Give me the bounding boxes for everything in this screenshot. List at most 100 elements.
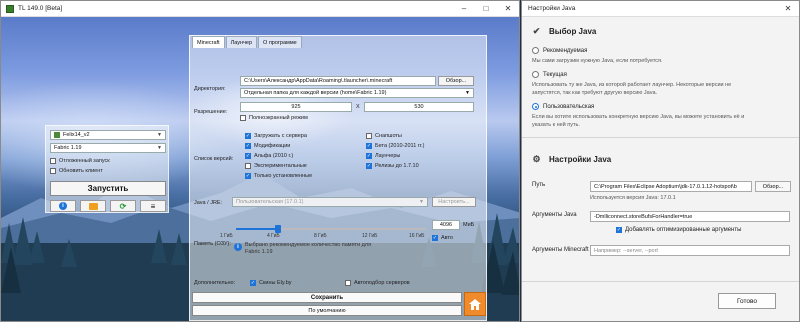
version-filter-checkbox[interactable]: Экспериментальные [245,163,307,169]
memory-auto-checkbox[interactable]: ✓ Авто [432,235,453,241]
radio-button [532,71,539,78]
java-choice-header: ✔ Выбор Java [532,26,597,36]
version-select[interactable]: Fabric 1.19 ▼ [50,143,166,153]
java-args-input[interactable]: -Dmlliconnect.storeBufsForHandler=true [590,211,790,222]
tab-launcher[interactable]: Лаунчер [225,36,258,48]
java-option-custom[interactable]: Пользовательская [532,103,594,110]
memory-tick: 8 ГиБ [314,233,327,239]
save-button[interactable]: Сохранить [192,292,462,303]
checkbox-box [50,168,56,174]
check-circle-icon: ✔ [532,26,541,36]
memory-tick: 12 ГиБ [362,233,378,239]
checkbox-box: ✓ [245,173,251,179]
folder-button[interactable] [80,200,106,212]
refresh-button[interactable]: ⟳ [110,200,136,212]
info-button[interactable]: i [50,200,76,212]
java-titlebar: Настройки Java ✕ [522,1,799,17]
memory-slider-handle[interactable] [274,225,281,233]
version-filter-checkbox[interactable]: ✓ Альфа (2010 г.) [245,153,293,159]
java-option-desc: Если вы хотите использовать конкретную в… [532,113,792,129]
maximize-button[interactable]: □ [475,1,497,16]
home-icon [469,298,481,310]
folder-icon [88,202,98,210]
directory-browse-button[interactable]: Обзор... [438,76,474,86]
window-title: TL 149.0 [Beta] [18,5,63,12]
java-detected-version: Используется версия Java: 17.0.1 [590,195,676,201]
checkbox-box [245,163,251,169]
memory-slider[interactable] [236,225,426,233]
background-scene: Felix14_v2 ▼ Fabric 1.19 ▼ Отложенный за… [1,17,519,321]
close-button[interactable]: ✕ [497,1,519,16]
java-option-current[interactable]: Текущая [532,71,567,78]
close-button[interactable]: ✕ [777,1,799,16]
done-button[interactable]: Готово [718,293,776,309]
settings-panel: Minecraft Лаунчер О программе Директория… [189,35,487,321]
chevron-down-icon: ▼ [157,132,162,138]
gear-icon: ⚙ [532,154,541,164]
memory-note-line: Fabric 1.19 [245,249,273,255]
launch-button[interactable]: Запустить [50,181,166,196]
skins-checkbox[interactable]: ✓ Скины Ely.by [250,280,292,286]
memory-note-line: Выбрано рекомендуемое количество памяти … [245,242,372,248]
version-filter-checkbox[interactable]: ✓ Модификации [245,143,290,149]
optimized-args-checkbox[interactable]: ✓ Добавлять оптимизированные аргументы [616,227,741,233]
home-button[interactable] [464,292,486,316]
divider [522,137,799,138]
java-window-title: Настройки Java [528,5,576,12]
java-option-recommended[interactable]: Рекомендуемая [532,47,587,54]
memory-tick: 1 ГиБ [220,233,233,239]
java-select[interactable]: Пользовательская (17.0.1) ▼ [232,197,428,207]
version-filter-label: Загружать с сервера [254,133,307,139]
resolution-height-input[interactable]: 530 [364,102,474,112]
version-filter-label: Только установленные [254,173,313,179]
account-value: Felix14_v2 [63,132,90,138]
launcher-window: TL 149.0 [Beta] – □ ✕ Felix14_v2 ▼ Fabri… [0,0,520,322]
chevron-down-icon: ▼ [157,145,162,151]
java-args-label: Аргументы Java [532,212,577,218]
skins-label: Скины Ely.by [259,280,292,286]
java-configure-button[interactable]: Настроить... [432,197,476,207]
java-option-label: Пользовательская [543,103,595,110]
autoconnect-checkbox[interactable]: Автоподбор серверов [345,280,410,286]
deferred-start-checkbox[interactable]: Отложенный запуск [50,158,110,164]
update-client-checkbox[interactable]: Обновить клиент [50,168,103,174]
directory-input[interactable]: C:\Users\Александр\AppData\Roaming\.tlau… [240,76,436,86]
version-filter-checkbox[interactable]: ✓ Бета (2010-2011 гг.) [366,143,424,149]
launch-panel: Felix14_v2 ▼ Fabric 1.19 ▼ Отложенный за… [45,125,169,213]
fullscreen-label: Полноэкранный режим [249,115,308,121]
account-select[interactable]: Felix14_v2 ▼ [50,130,166,140]
version-filter-checkbox[interactable]: ✓ Релизы до 1.7.10 [366,163,419,169]
chevron-down-icon: ▼ [419,199,424,205]
desc-line: указать к ней путь. [532,122,580,128]
java-choice-title: Выбор Java [549,27,597,36]
info-icon: i [59,202,67,210]
minecraft-args-input[interactable]: Например: --server, --port [590,245,790,256]
memory-auto-label: Авто [441,235,453,241]
version-filter-checkbox[interactable]: ✓ Загружать с сервера [245,133,307,139]
menu-button[interactable]: ≡ [140,200,166,212]
memory-input[interactable]: 4096 [432,220,460,230]
app-logo-icon [6,4,14,13]
divider [522,281,799,282]
directory-mode-select[interactable]: Отдельная папка для каждой версии (home\… [240,88,474,98]
version-filter-checkbox[interactable]: ✓ Лаунчеры [366,153,400,159]
java-path-browse-button[interactable]: Обзор... [755,181,791,192]
version-filter-checkbox[interactable]: ✓ Только установленные [245,173,312,179]
checkbox-box: ✓ [245,143,251,149]
checkbox-box: ✓ [366,143,372,149]
default-button[interactable]: По умолчанию [192,305,462,316]
version-filter-label: Бета (2010-2011 гг.) [375,143,425,149]
minimize-button[interactable]: – [453,1,475,16]
java-option-label: Текущая [543,71,567,78]
tab-minecraft[interactable]: Minecraft [192,36,225,48]
fullscreen-checkbox[interactable]: Полноэкранный режим [240,115,308,121]
resolution-separator: X [356,104,360,110]
java-path-input[interactable]: C:\Program Files\Eclipse Adoptium\jdk-17… [590,181,752,192]
account-avatar-icon [54,132,60,138]
tab-about[interactable]: О программе [258,36,302,48]
settings-tabs: Minecraft Лаунчер О программе [192,36,303,48]
resolution-width-input[interactable]: 925 [240,102,352,112]
version-filter-checkbox[interactable]: Снапшоты [366,133,402,139]
optimized-args-label: Добавлять оптимизированные аргументы [625,227,742,233]
desc-line: запустятся, так как требуют другую верси… [532,90,658,96]
